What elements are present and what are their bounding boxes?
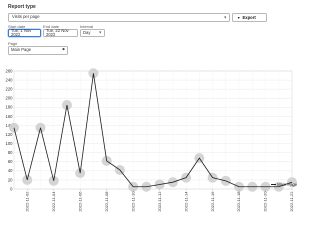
y-tick-label: 100 [6, 141, 14, 146]
y-tick-label: 180 [6, 105, 14, 110]
y-tick-label: 80 [8, 150, 13, 155]
y-tick-label: 200 [6, 96, 14, 101]
x-tick-label: 2022-11-02 [24, 191, 29, 212]
x-tick-label: 2022-11-08 [104, 191, 109, 212]
y-tick-label: 0 [10, 186, 13, 191]
x-tick-label: 2022-11-10 [130, 191, 135, 212]
x-tick-label: 2022-11-16 [210, 191, 215, 212]
x-tick-label: 2022-11-18 [236, 191, 241, 212]
visits-line-chart: 0204060801001201401601802002202402602022… [6, 68, 297, 212]
x-tick-label: 2022-11-20 [263, 191, 268, 212]
x-tick-label: 2022-11-12 [157, 191, 162, 212]
legend-swatch [271, 183, 276, 185]
x-tick-label: 2022-11-22 [289, 191, 294, 212]
y-tick-label: 40 [8, 168, 13, 173]
y-tick-label: 240 [6, 77, 14, 82]
y-tick-label: 260 [6, 68, 14, 73]
y-tick-label: 220 [6, 87, 14, 92]
y-tick-label: 60 [8, 159, 13, 164]
y-tick-label: 120 [6, 132, 14, 137]
chart-legend: Main Page [271, 182, 297, 187]
y-tick-label: 20 [8, 177, 13, 182]
x-tick-label: 2022-11-04 [51, 191, 56, 212]
legend-series-name: Main Page [277, 181, 298, 187]
y-tick-label: 160 [6, 114, 14, 119]
x-tick-label: 2022-11-06 [77, 191, 82, 212]
series-line [13, 73, 293, 188]
x-tick-label: 2022-11-14 [183, 191, 188, 212]
